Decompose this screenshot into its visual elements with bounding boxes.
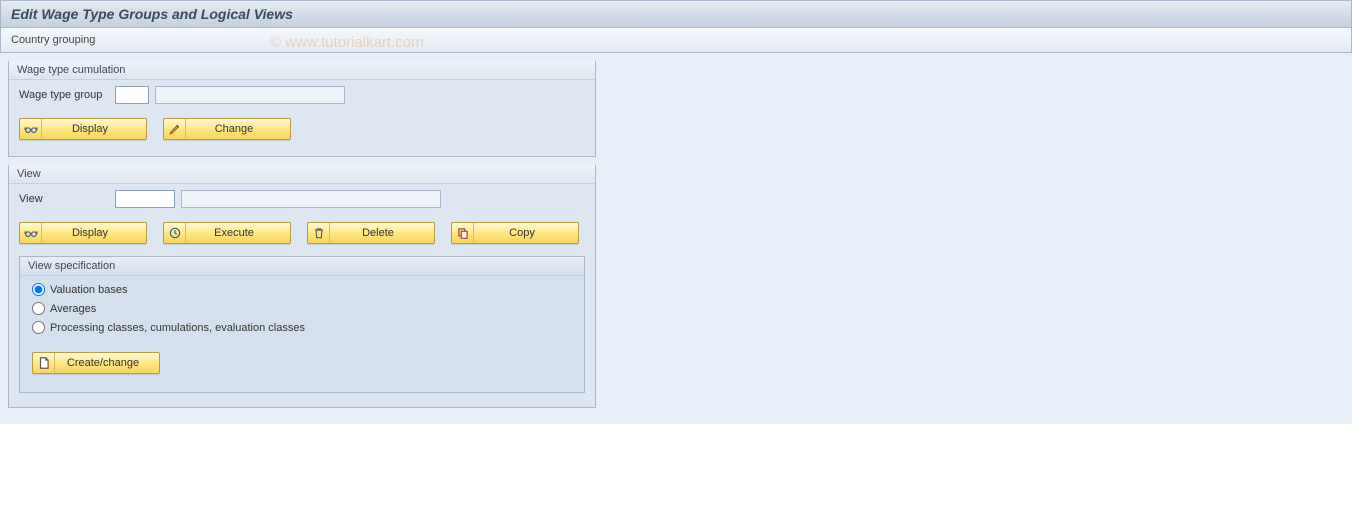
content-area: Wage type cumulation Wage type group Dis… (0, 53, 1352, 424)
document-icon (33, 353, 55, 373)
group-wage-type-cumulation: Wage type cumulation Wage type group Dis… (8, 61, 596, 157)
view-display-button[interactable]: Display (19, 222, 147, 244)
input-wage-type-group-code[interactable] (115, 86, 149, 104)
radio-valuation-bases[interactable] (32, 283, 45, 296)
radio-label-averages[interactable]: Averages (50, 303, 96, 315)
create-change-button-label: Create/change (55, 357, 159, 369)
label-view: View (19, 193, 115, 205)
group-view: View View Display Execute (8, 165, 596, 408)
radio-label-processing[interactable]: Processing classes, cumulations, evaluat… (50, 322, 305, 334)
group-title-view-spec: View specification (20, 257, 584, 276)
change-button-label: Change (186, 123, 290, 135)
page-title: Edit Wage Type Groups and Logical Views (0, 0, 1352, 28)
pencil-icon (164, 119, 186, 139)
group-title-view: View (9, 165, 595, 184)
glasses-icon (20, 223, 42, 243)
label-wage-type-group: Wage type group (19, 89, 115, 101)
group-view-specification: View specification Valuation bases Avera… (19, 256, 585, 393)
execute-button[interactable]: Execute (163, 222, 291, 244)
trash-icon (308, 223, 330, 243)
input-view-code[interactable] (115, 190, 175, 208)
delete-button[interactable]: Delete (307, 222, 435, 244)
view-display-button-label: Display (42, 227, 146, 239)
create-change-button[interactable]: Create/change (32, 352, 160, 374)
input-view-desc (181, 190, 441, 208)
copy-icon (452, 223, 474, 243)
toolbar-country-grouping: Country grouping (0, 28, 1352, 53)
copy-button-label: Copy (474, 227, 578, 239)
glasses-icon (20, 119, 42, 139)
radio-averages[interactable] (32, 302, 45, 315)
copy-button[interactable]: Copy (451, 222, 579, 244)
radio-processing-classes[interactable] (32, 321, 45, 334)
display-button[interactable]: Display (19, 118, 147, 140)
delete-button-label: Delete (330, 227, 434, 239)
display-button-label: Display (42, 123, 146, 135)
execute-icon (164, 223, 186, 243)
input-wage-type-group-desc (155, 86, 345, 104)
group-title-wage: Wage type cumulation (9, 61, 595, 80)
execute-button-label: Execute (186, 227, 290, 239)
change-button[interactable]: Change (163, 118, 291, 140)
radio-label-valuation[interactable]: Valuation bases (50, 284, 127, 296)
